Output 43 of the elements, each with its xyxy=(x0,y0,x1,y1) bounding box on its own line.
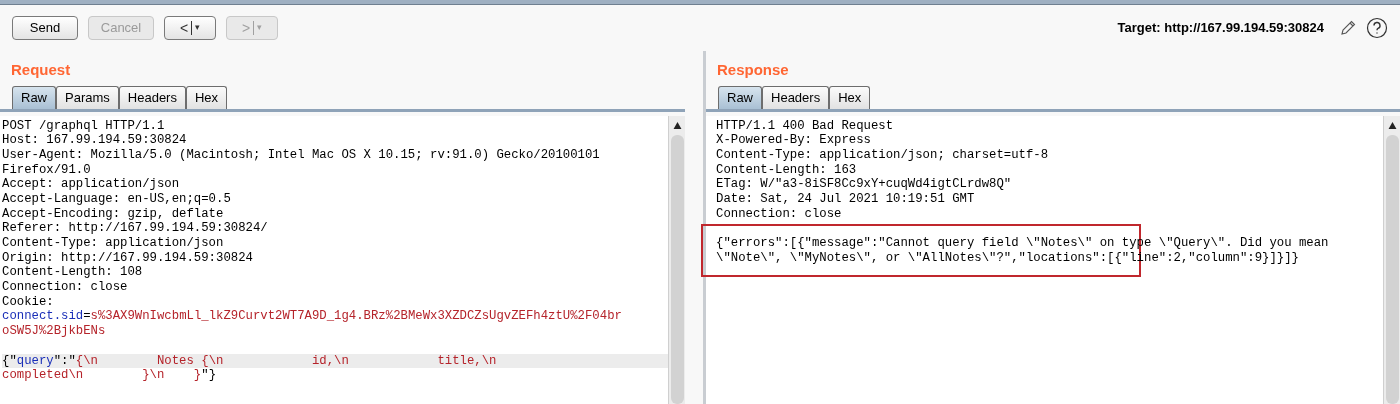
code-line: X-Powered-By: Express xyxy=(716,133,872,148)
code-line: User-Agent: Mozilla/5.0 (Macintosh; Intel Mac OS X 10.15; rv:91.0) Gecko/20100101 xyxy=(2,147,601,163)
code-line: Accept-Language: en-US,en;q=0.5 xyxy=(2,191,232,207)
code-line: Referer: http://167.99.194.59:30824/ xyxy=(2,221,269,236)
scroll-thumb[interactable] xyxy=(1385,135,1399,404)
tab[interactable]: Hex xyxy=(185,85,228,109)
scroll-up-icon[interactable] xyxy=(672,121,682,130)
code-line: Firefox/91.0 xyxy=(2,162,92,178)
tab[interactable]: Hex xyxy=(829,85,871,109)
tab[interactable]: Params xyxy=(56,85,119,109)
toolbar-button[interactable]: Send xyxy=(12,16,78,40)
code-line: HTTP/1.1 400 Bad Request xyxy=(716,118,895,134)
panel-title: Request xyxy=(10,60,72,80)
code-line: Accept-Encoding: gzip, deflate xyxy=(2,206,225,222)
code-line: Content-Type: application/json; charset=utf-8 xyxy=(716,147,1050,163)
tab[interactable]: Headers xyxy=(762,85,830,109)
tab[interactable]: Headers xyxy=(118,85,186,109)
scrollbar[interactable] xyxy=(668,115,685,404)
target-label: Target: http://167.99.194.59:30824 xyxy=(1117,19,1324,38)
history-button[interactable]: < ▾ xyxy=(164,16,216,40)
code-line: Date: Sat, 24 Jul 2021 10:19:51 GMT xyxy=(716,191,976,207)
tab[interactable]: Raw xyxy=(718,85,762,109)
code-line: Connection: close xyxy=(716,206,843,222)
scrollbar[interactable] xyxy=(1383,115,1400,404)
code-line: Content-Length: 163 xyxy=(716,162,858,178)
pencil-icon[interactable] xyxy=(1340,20,1356,36)
code-line: Content-Type: application/json xyxy=(2,236,225,251)
help-icon[interactable] xyxy=(1366,17,1388,39)
scroll-up-icon[interactable] xyxy=(1387,121,1397,130)
code-line: Host: 167.99.194.59:30824 xyxy=(2,133,188,148)
code-line: Content-Length: 108 xyxy=(2,265,144,281)
scroll-thumb[interactable] xyxy=(670,135,684,404)
code-line: Connection: close xyxy=(2,280,129,295)
panel-title: Response xyxy=(716,60,790,80)
code-line: ETag: W/"a3-8iSF8Cc9xY+cuqWd4igtCLrdw8Q" xyxy=(716,177,1013,192)
code-line: completed\n }\n }"} xyxy=(2,368,217,383)
tab[interactable]: Raw xyxy=(12,85,56,109)
code-line: Cookie: xyxy=(2,294,55,310)
code-line: connect.sid=s%3AX9WnIwcbmLl_lkZ9Curvt2WT7A9D_1g4.BRz%2BMeWx3XZDCZsUgvZEFh4ztU%2F04br xyxy=(2,309,623,325)
code-line: POST /graphql HTTP/1.1 xyxy=(2,118,166,134)
code-line: oSW5J%2BjkbENs xyxy=(2,324,107,339)
code-line: Accept: application/json xyxy=(2,177,181,192)
code-line: Origin: http://167.99.194.59:30824 xyxy=(2,250,254,266)
